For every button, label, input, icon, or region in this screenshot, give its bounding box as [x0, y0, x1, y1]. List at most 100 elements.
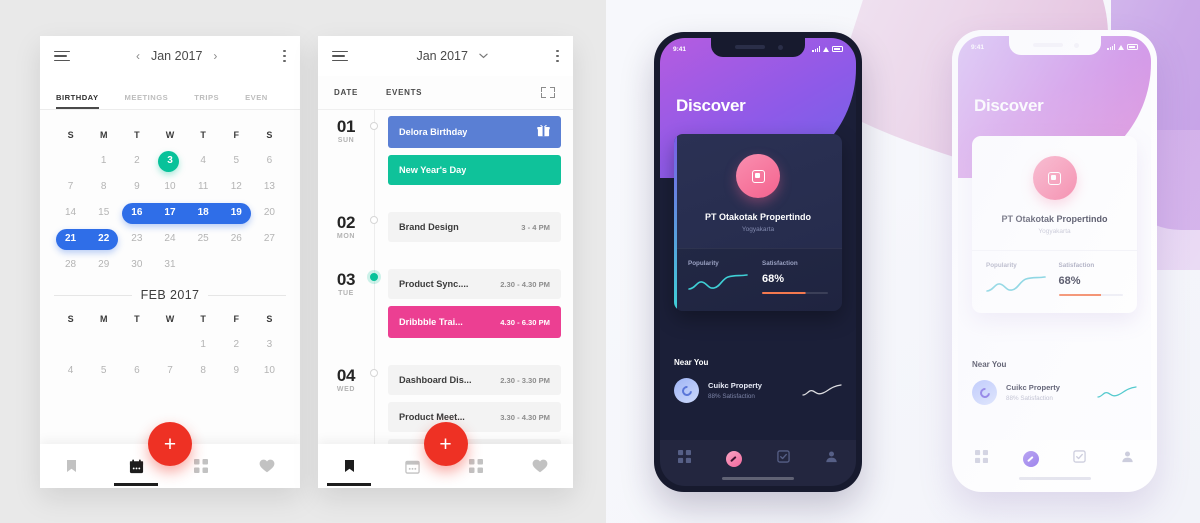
person-icon [1122, 451, 1133, 463]
day-cell[interactable]: 10 [253, 358, 286, 384]
day-cell[interactable]: 25 [187, 226, 220, 252]
event-card[interactable]: New Year's Day [388, 155, 561, 185]
agenda-day-group: 03 TUE Product Sync.... 2.30 - 4.30 PM D… [318, 263, 573, 345]
day-cell-selected[interactable]: 21 [54, 226, 87, 252]
day-cell[interactable]: 29 [87, 252, 120, 278]
grid-icon [677, 450, 691, 463]
day-cell[interactable]: 15 [87, 200, 120, 226]
p1-month-label: Jan 2017 [150, 49, 203, 63]
p4-near-you-item[interactable]: Cuikc Property 88% Satisfaction [972, 380, 1137, 405]
p3-featured-card[interactable]: PT Otakotak Propertindo Yogyakarta Popul… [674, 134, 842, 311]
day-cell[interactable]: 3 [253, 332, 286, 358]
expand-icon[interactable] [535, 87, 561, 98]
day-cell[interactable]: 9 [220, 358, 253, 384]
nav-heart[interactable] [259, 459, 275, 473]
day-cell[interactable]: 10 [153, 174, 186, 200]
chevron-down-icon[interactable] [479, 53, 488, 59]
p4-page-title: Discover [974, 96, 1044, 115]
dow-label: S [266, 130, 273, 140]
tab-meetings[interactable]: MEETINGS [125, 93, 169, 109]
nav-tasks[interactable] [777, 450, 790, 468]
day-cell[interactable]: 23 [120, 226, 153, 252]
nav-grid[interactable] [469, 459, 484, 473]
day-cell-today[interactable]: 3 [153, 148, 186, 174]
hamburger-icon[interactable] [332, 50, 348, 62]
nav-calendar[interactable] [114, 458, 159, 486]
event-card[interactable]: Dashboard Dis... 2.30 - 3.30 PM [388, 365, 561, 395]
nav-heart[interactable] [532, 459, 548, 473]
day-cell[interactable]: 13 [253, 174, 286, 200]
day-cell[interactable]: 12 [220, 174, 253, 200]
bookmark-icon [67, 459, 77, 472]
day-cell[interactable]: 6 [120, 358, 153, 384]
day-cell[interactable]: 26 [220, 226, 253, 252]
day-cell[interactable]: 7 [54, 174, 87, 200]
day-cell-selected[interactable]: 18 [187, 200, 220, 226]
event-card[interactable]: Brand Design 3 - 4 PM [388, 212, 561, 242]
day-cell-selected[interactable]: 17 [153, 200, 186, 226]
nav-calendar[interactable] [405, 459, 420, 474]
nav-bookmark[interactable] [327, 459, 372, 486]
day-column: 02 MON [318, 206, 374, 249]
day-cell[interactable]: 31 [153, 252, 186, 278]
day-cell[interactable]: 8 [87, 174, 120, 200]
nav-compass-active[interactable] [725, 451, 742, 467]
kebab-icon[interactable] [283, 49, 286, 63]
event-card[interactable]: Product Sync.... 2.30 - 4.30 PM [388, 269, 561, 299]
event-card[interactable]: Dribbble Trai... 4.30 - 6.30 PM [388, 306, 561, 338]
nav-tasks[interactable] [1073, 450, 1086, 468]
nav-grid[interactable] [194, 459, 209, 473]
near-item-name: Cuikc Property [1006, 383, 1061, 393]
day-cell-selected[interactable]: 16 [120, 200, 153, 226]
week-row: 21 22 23 24 25 26 27 [54, 226, 286, 252]
tab-events[interactable]: EVEN [245, 93, 268, 109]
day-cell-selected[interactable]: 22 [87, 226, 120, 252]
nav-bookmark[interactable] [65, 459, 78, 474]
dow-row: S M T W T F S [54, 122, 286, 148]
prev-month-icon[interactable]: ‹ [136, 49, 140, 63]
day-cell[interactable]: 1 [187, 332, 220, 358]
dow-label: S [67, 314, 74, 324]
tab-trips[interactable]: TRIPS [194, 93, 219, 109]
day-cell[interactable]: 6 [253, 148, 286, 174]
day-cell[interactable]: 8 [187, 358, 220, 384]
day-cell[interactable]: 11 [187, 174, 220, 200]
nav-person[interactable] [825, 450, 838, 468]
nav-person[interactable] [1121, 450, 1134, 468]
day-cell[interactable]: 5 [87, 358, 120, 384]
day-cell[interactable]: 28 [54, 252, 87, 278]
dow-label: F [233, 130, 240, 140]
day-cell[interactable]: 27 [253, 226, 286, 252]
event-card[interactable]: Product Meet... 3.30 - 4.30 PM [388, 402, 561, 432]
add-event-fab[interactable]: + [423, 422, 468, 466]
day-cell[interactable]: 14 [54, 200, 87, 226]
next-month-icon[interactable]: › [213, 49, 217, 63]
stat-label: Satisfaction [762, 260, 798, 267]
day-cell[interactable]: 5 [220, 148, 253, 174]
hamburger-icon[interactable] [54, 50, 70, 62]
day-cell[interactable]: 20 [253, 200, 286, 226]
nav-grid[interactable] [677, 450, 691, 468]
day-cell[interactable]: 2 [120, 148, 153, 174]
nav-grid[interactable] [975, 450, 989, 468]
tab-birthday[interactable]: BIRTHDAY [56, 93, 99, 109]
events-column: Brand Design 3 - 4 PM [374, 206, 573, 249]
day-cell[interactable]: 2 [220, 332, 253, 358]
day-cell[interactable]: 4 [54, 358, 87, 384]
day-cell[interactable]: 9 [120, 174, 153, 200]
day-cell[interactable]: 7 [153, 358, 186, 384]
add-event-fab[interactable]: + [148, 422, 192, 466]
p3-near-you-item[interactable]: Cuikc Property 88% Satisfaction [674, 378, 842, 403]
event-name: Dashboard Dis... [399, 375, 472, 385]
p4-featured-card[interactable]: PT Otakotak Propertindo Yogyakarta Popul… [972, 136, 1137, 313]
day-cell[interactable]: 1 [87, 148, 120, 174]
nav-compass-active[interactable] [1022, 451, 1039, 467]
day-weekday: TUE [338, 290, 354, 297]
day-cell[interactable]: 30 [120, 252, 153, 278]
event-card[interactable]: Delora Birthday [388, 116, 561, 148]
stat-label: Popularity [986, 262, 1017, 269]
day-cell[interactable]: 24 [153, 226, 186, 252]
kebab-icon[interactable] [556, 49, 559, 63]
day-cell[interactable]: 4 [187, 148, 220, 174]
day-cell-selected[interactable]: 19 [220, 200, 253, 226]
